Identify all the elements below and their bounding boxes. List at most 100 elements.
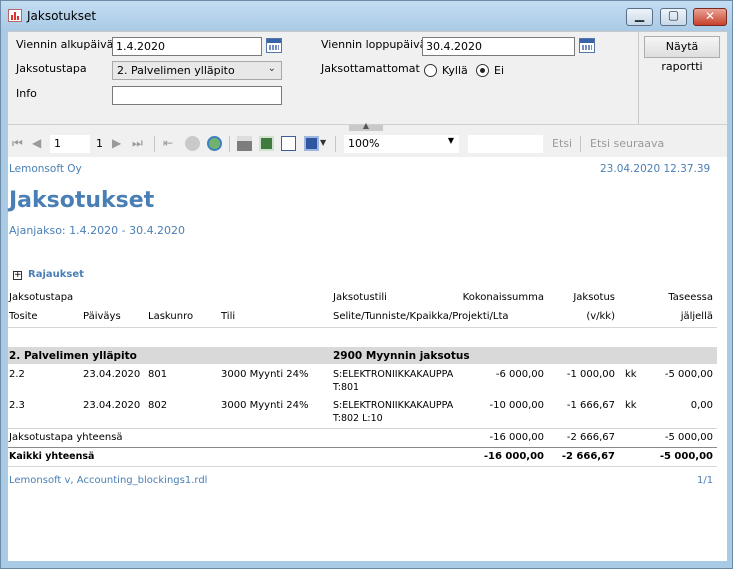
unperiodized-label: Jaksottamattomat xyxy=(321,62,420,75)
stop-icon[interactable] xyxy=(185,136,200,151)
subtotal-accrual: -2 666,67 xyxy=(566,432,615,443)
row1-date: 23.04.2020 xyxy=(83,369,141,380)
row2-account: 3000 Myynti 24% xyxy=(221,400,309,411)
header-accrual: Jaksotus xyxy=(573,292,615,303)
toolbar-separator xyxy=(229,136,230,152)
end-date-label: Viennin loppupäivä xyxy=(321,38,427,51)
row1-account: 3000 Myynti 24% xyxy=(221,369,309,380)
prev-page-icon[interactable]: ◀ xyxy=(32,136,41,150)
last-page-icon[interactable]: ⏭ xyxy=(132,136,143,151)
export-icon[interactable] xyxy=(304,136,319,151)
footer-divider xyxy=(8,466,717,467)
subtotal-balance: -5 000,00 xyxy=(664,432,713,443)
minimize-icon: ▁ xyxy=(634,8,645,22)
header-divider xyxy=(8,327,717,328)
report-window: Jaksotukset ▁ ▢ ✕ Viennin alkupäivä 1.4.… xyxy=(0,0,733,569)
header-balance: Taseessa xyxy=(668,292,713,303)
row1-accrual: -1 000,00 xyxy=(566,369,615,380)
header-description: Selite/Tunniste/Kpaikka/Projekti/Lta xyxy=(333,311,509,322)
subtotal-label: Jaksotustapa yhteensä xyxy=(9,432,123,443)
subtotal-total: -16 000,00 xyxy=(489,432,544,443)
row2-date: 23.04.2020 xyxy=(83,400,141,411)
company-name: Lemonsoft Oy xyxy=(9,163,82,175)
row1-desc2: T:801 xyxy=(333,382,360,393)
toolbar-separator xyxy=(154,136,155,152)
header-account: Tili xyxy=(221,311,236,322)
method-select-value: 2. Palvelimen ylläpito xyxy=(117,64,235,77)
zoom-value: 100% xyxy=(348,137,380,150)
row2-desc2: T:802 L:10 xyxy=(333,413,383,424)
end-date-input[interactable]: 30.4.2020 xyxy=(422,37,575,56)
close-icon: ✕ xyxy=(704,9,716,23)
print-layout-icon[interactable] xyxy=(259,136,274,151)
maximize-icon: ▢ xyxy=(667,8,680,22)
row2-invoice: 802 xyxy=(148,400,168,411)
maximize-button[interactable]: ▢ xyxy=(660,8,687,26)
radio-no[interactable] xyxy=(476,64,489,77)
info-label: Info xyxy=(16,87,37,100)
radio-no-label: Ei xyxy=(494,64,505,77)
panel-splitter[interactable]: ▲ xyxy=(8,121,727,131)
window-title: Jaksotukset xyxy=(27,9,97,23)
report-title: Jaksotukset xyxy=(9,188,155,213)
export-chevron-icon[interactable]: ▼ xyxy=(320,138,326,147)
report-toolbar: ⏮ ◀ 1 1 ▶ ⏭ ⇤ ▼ 100% ▼ Etsi Etsi seuraav… xyxy=(8,131,727,157)
restrictions-toggle[interactable]: Rajaukset xyxy=(28,269,84,280)
header-accrual-account: Jaksotustili xyxy=(333,292,387,303)
next-page-icon[interactable]: ▶ xyxy=(112,136,121,150)
header-method: Jaksotustapa xyxy=(9,292,74,303)
toolbar-separator xyxy=(335,136,336,152)
report-period: Ajanjakso: 1.4.2020 - 30.4.2020 xyxy=(9,224,186,237)
title-bar: Jaksotukset ▁ ▢ ✕ xyxy=(1,1,732,30)
parameter-panel: Viennin alkupäivä 1.4.2020 Viennin loppu… xyxy=(8,31,727,126)
expand-icon[interactable]: + xyxy=(13,271,22,280)
search-input[interactable] xyxy=(468,135,543,153)
show-report-button[interactable]: Näytä raportti xyxy=(644,36,720,73)
start-date-input[interactable]: 1.4.2020 xyxy=(112,37,262,56)
panel-divider xyxy=(638,32,639,126)
total-pages: 1 xyxy=(96,137,103,150)
app-icon xyxy=(8,9,22,22)
find-next-button[interactable]: Etsi seuraava xyxy=(590,137,664,150)
subtotal-divider xyxy=(8,428,717,429)
header-voucher: Tosite xyxy=(9,311,38,322)
report-footer-source: Lemonsoft v, Accounting_blockings1.rdl xyxy=(9,475,208,486)
page-setup-icon[interactable] xyxy=(281,136,296,151)
zoom-chevron-icon: ▼ xyxy=(447,136,454,145)
info-input[interactable] xyxy=(112,86,282,105)
header-invoice: Laskunro xyxy=(148,311,194,322)
header-accrual-unit: (v/kk) xyxy=(586,311,615,322)
zoom-select[interactable]: 100% ▼ xyxy=(344,135,459,153)
minimize-button[interactable]: ▁ xyxy=(626,8,653,26)
chevron-up-icon: ▲ xyxy=(362,121,370,130)
group-account: 2900 Myynnin jaksotus xyxy=(333,350,470,362)
current-page-input[interactable]: 1 xyxy=(50,135,90,153)
method-select[interactable]: 2. Palvelimen ylläpito ⌄ xyxy=(112,61,282,80)
start-calendar-icon[interactable] xyxy=(266,38,282,53)
group-name: 2. Palvelimen ylläpito xyxy=(9,350,137,362)
row1-desc1: S:ELEKTRONIIKKAKAUPPA xyxy=(333,369,454,380)
refresh-icon[interactable] xyxy=(207,136,222,151)
row2-voucher: 2.3 xyxy=(9,400,25,411)
toolbar-separator xyxy=(580,136,581,152)
radio-yes[interactable] xyxy=(424,64,437,77)
row2-balance: 0,00 xyxy=(690,400,713,411)
end-calendar-icon[interactable] xyxy=(579,38,595,53)
start-date-label: Viennin alkupäivä xyxy=(16,38,114,51)
method-label: Jaksotustapa xyxy=(16,62,87,75)
print-icon[interactable] xyxy=(237,136,252,151)
header-total: Kokonaissumma xyxy=(462,292,544,303)
close-button[interactable]: ✕ xyxy=(693,8,727,26)
chevron-down-icon: ⌄ xyxy=(267,63,276,74)
report-page: Lemonsoft Oy 23.04.2020 12.37.39 Jaksotu… xyxy=(8,157,727,561)
row1-invoice: 801 xyxy=(148,369,168,380)
header-balance-sub: jäljellä xyxy=(680,311,713,322)
back-icon[interactable]: ⇤ xyxy=(163,136,173,150)
report-page-number: 1/1 xyxy=(697,475,714,486)
row2-accrual: -1 666,67 xyxy=(566,400,615,411)
total-divider xyxy=(8,447,717,448)
find-button[interactable]: Etsi xyxy=(552,137,572,150)
row2-desc1: S:ELEKTRONIIKKAKAUPPA xyxy=(333,400,454,411)
grand-total-label: Kaikki yhteensä xyxy=(9,451,95,462)
first-page-icon[interactable]: ⏮ xyxy=(12,136,23,151)
